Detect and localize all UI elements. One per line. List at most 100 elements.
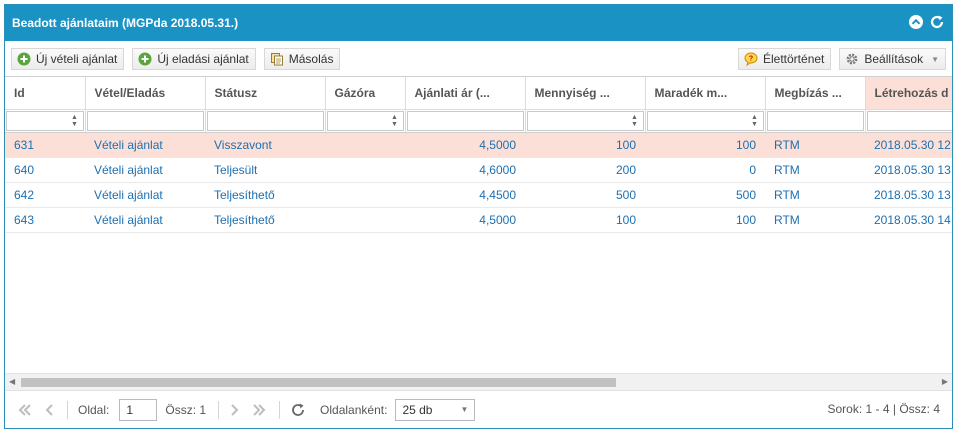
- new-buy-offer-label: Új vételi ajánlat: [36, 51, 118, 66]
- cell-side: Vételi ajánlat: [85, 132, 205, 158]
- cell-remaining: 100: [645, 132, 765, 158]
- cell-remaining: 100: [645, 207, 765, 233]
- column-header[interactable]: Mennyiség ...: [525, 77, 646, 110]
- collapse-up-icon[interactable]: [908, 14, 924, 30]
- filter-cell: ▲ ▼: [525, 109, 646, 133]
- refresh-icon[interactable]: [290, 402, 306, 418]
- cell-meter: [325, 132, 405, 158]
- cell-status: Teljesült: [205, 157, 325, 183]
- filter-cell: [205, 109, 326, 133]
- column-header[interactable]: Státusz: [205, 77, 326, 110]
- scrollbar-thumb[interactable]: [21, 378, 616, 387]
- panel-title: Beadott ajánlataim (MGPda 2018.05.31.): [12, 16, 239, 30]
- next-page-icon[interactable]: [229, 403, 239, 417]
- pager-separator: [67, 400, 68, 419]
- copy-button[interactable]: Másolás: [263, 47, 341, 70]
- cell-side: Vételi ajánlat: [85, 157, 205, 183]
- column-filter-input[interactable]: ▲ ▼: [326, 110, 404, 131]
- cell-qty: 500: [525, 182, 645, 208]
- cell-order: RTM: [765, 157, 865, 183]
- speech-bubble-icon: ?: [744, 52, 758, 66]
- scroll-right-icon[interactable]: ▶: [942, 377, 948, 386]
- column-filter-input[interactable]: [866, 110, 952, 131]
- filter-cell: [865, 109, 952, 133]
- column-header[interactable]: Létrehozás d: [865, 77, 952, 110]
- action-toolbar: Új vételi ajánlat Új eladási ajánlat Más…: [5, 41, 952, 77]
- spinner-icon[interactable]: ▲ ▼: [391, 113, 399, 129]
- cell-order: RTM: [765, 132, 865, 158]
- settings-button[interactable]: Beállítások ▼: [839, 48, 946, 70]
- filter-cell: [85, 109, 206, 133]
- cell-meter: [325, 182, 405, 208]
- table-row[interactable]: 631 Vételi ajánlat Visszavont 4,5000 100 100 R…: [5, 132, 952, 158]
- gear-icon: [845, 52, 859, 66]
- column-header[interactable]: Gázóra: [325, 77, 406, 110]
- column-filter-input[interactable]: [766, 110, 864, 131]
- cell-id: 642: [5, 182, 85, 208]
- new-sell-offer-label: Új eladási ajánlat: [157, 51, 249, 66]
- svg-text:?: ?: [749, 56, 753, 63]
- column-filter-input[interactable]: [406, 110, 524, 131]
- cell-qty: 200: [525, 157, 645, 183]
- cell-remaining: 0: [645, 157, 765, 183]
- history-button[interactable]: ? Élettörténet: [738, 48, 832, 70]
- cell-created: 2018.05.30 12: [865, 132, 952, 158]
- add-icon: [138, 52, 152, 66]
- table-row[interactable]: 643 Vételi ajánlat Teljesíthető 4,5000 100 10…: [5, 207, 952, 233]
- column-filter-input[interactable]: [86, 110, 204, 131]
- cell-meter: [325, 207, 405, 233]
- panel-titlebar: Beadott ajánlataim (MGPda 2018.05.31.): [5, 5, 952, 41]
- grid-body: 631 Vételi ajánlat Visszavont 4,5000 100 100 R…: [5, 132, 952, 233]
- column-filter-input[interactable]: [206, 110, 324, 131]
- grid-header-row: Id Vétel/Eladás Státusz Gázóra Ajánlati ár (…: [5, 77, 952, 110]
- cell-created: 2018.05.30 13: [865, 157, 952, 183]
- new-sell-offer-button[interactable]: Új eladási ajánlat: [132, 47, 256, 70]
- column-filter-input[interactable]: ▲ ▼: [646, 110, 764, 131]
- column-filter-input[interactable]: ▲ ▼: [6, 110, 84, 131]
- page-number-input[interactable]: 1: [119, 398, 158, 421]
- previous-page-icon[interactable]: [45, 403, 55, 417]
- cell-status: Visszavont: [205, 132, 325, 158]
- spinner-icon[interactable]: ▲ ▼: [71, 113, 79, 129]
- copy-label: Másolás: [288, 51, 334, 66]
- per-page-select[interactable]: 25 db ▼: [395, 398, 476, 421]
- first-page-icon[interactable]: [17, 403, 33, 417]
- cell-price: 4,6000: [405, 157, 525, 183]
- column-header[interactable]: Id: [5, 77, 86, 110]
- column-header[interactable]: Megbízás ...: [765, 77, 866, 110]
- cell-side: Vételi ajánlat: [85, 182, 205, 208]
- grid-filter-row: ▲ ▼ ▲ ▼ ▲ ▼ ▲ ▼: [5, 109, 952, 133]
- cell-created: 2018.05.30 14: [865, 207, 952, 233]
- offers-panel: Beadott ajánlataim (MGPda 2018.05.31.) Ú…: [4, 4, 953, 429]
- horizontal-scrollbar[interactable]: ◀ ▶: [5, 373, 952, 390]
- refresh-icon[interactable]: [929, 14, 945, 30]
- cell-id: 631: [5, 132, 85, 158]
- cell-id: 643: [5, 207, 85, 233]
- column-header[interactable]: Ajánlati ár (...: [405, 77, 526, 110]
- chevron-down-icon: ▼: [931, 54, 939, 64]
- cell-side: Vételi ajánlat: [85, 207, 205, 233]
- column-header[interactable]: Maradék m...: [645, 77, 766, 110]
- cell-status: Teljesíthető: [205, 207, 325, 233]
- copy-icon: [270, 52, 284, 66]
- cell-price: 4,5000: [405, 207, 525, 233]
- cell-remaining: 500: [645, 182, 765, 208]
- table-row[interactable]: 642 Vételi ajánlat Teljesíthető 4,4500 500 50…: [5, 182, 952, 208]
- last-page-icon[interactable]: [251, 403, 267, 417]
- chevron-down-icon: ▼: [460, 404, 469, 414]
- column-header[interactable]: Vétel/Eladás: [85, 77, 206, 110]
- cell-id: 640: [5, 157, 85, 183]
- spinner-icon[interactable]: ▲ ▼: [631, 113, 639, 129]
- cell-order: RTM: [765, 207, 865, 233]
- cell-order: RTM: [765, 182, 865, 208]
- page-label: Oldal:: [78, 402, 110, 417]
- table-row[interactable]: 640 Vételi ajánlat Teljesült 4,6000 200 0 RTM 2…: [5, 157, 952, 183]
- new-buy-offer-button[interactable]: Új vételi ajánlat: [11, 47, 125, 70]
- column-filter-input[interactable]: ▲ ▼: [526, 110, 644, 131]
- spinner-icon[interactable]: ▲ ▼: [751, 113, 759, 129]
- pager: Oldal: 1 Össz: 1 Oldalanként: 25 db ▼ So…: [5, 390, 952, 428]
- filter-cell: ▲ ▼: [5, 109, 86, 133]
- scroll-left-icon[interactable]: ◀: [9, 377, 15, 386]
- filter-cell: ▲ ▼: [325, 109, 406, 133]
- pager-separator: [218, 400, 220, 419]
